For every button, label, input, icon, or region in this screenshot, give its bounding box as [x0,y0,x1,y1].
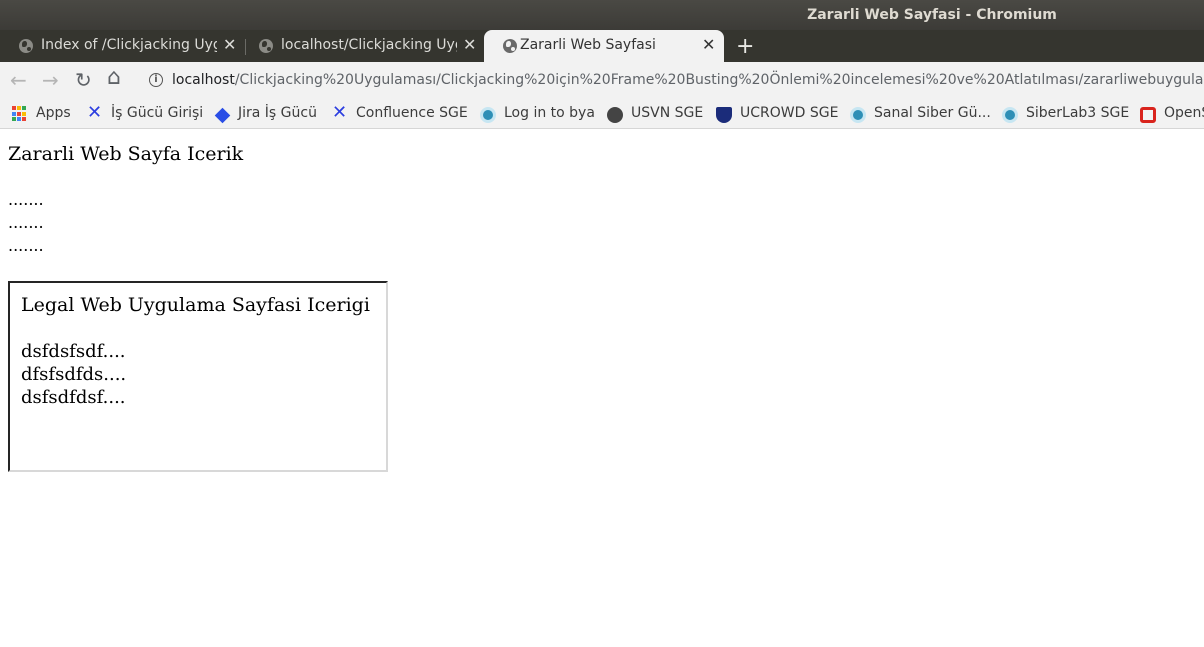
globe-icon [259,39,273,53]
bookmark-sanal-siber[interactable]: Sanal Siber Gü... [874,105,991,121]
cloud-icon [480,107,496,123]
close-icon[interactable]: ✕ [702,35,715,54]
bookmark-log-in-bya[interactable]: Log in to bya [504,105,595,121]
embedded-iframe[interactable]: Legal Web Uygulama Sayfasi Icerigi dsfds… [8,281,388,472]
new-tab-button[interactable]: + [736,34,754,59]
dots-line: ....... [8,236,44,255]
toolbar: ← → ↻ ⌂ i localhost/Clickjacking%20Uygul… [0,62,1204,99]
close-icon[interactable]: ✕ [223,35,236,54]
window-title: Zararli Web Sayfasi - Chromium [807,7,1057,23]
page-heading: Zararli Web Sayfa Icerik [8,143,244,165]
shield-icon [716,107,732,123]
iframe-text-line: dfsfsdfds.... [21,364,127,385]
back-button[interactable]: ← [10,70,27,90]
reload-button[interactable]: ↻ [75,70,92,90]
tab-localhost[interactable]: localhost/Clickjacking Uyg ✕ [240,30,484,62]
cloud-icon [1002,107,1018,123]
cloud-icon [850,107,866,123]
iframe-text-line: dsfdsfsdf.... [21,341,126,362]
tab-label: Index of /Clickjacking Uyg [41,37,217,53]
bookmark-is-gucu-girisi[interactable]: İş Gücü Girişi [111,105,203,121]
tab-index-of[interactable]: Index of /Clickjacking Uyg ✕ [0,30,244,62]
dots-line: ....... [8,190,44,209]
bookmark-apps[interactable]: Apps [36,105,71,121]
address-bar[interactable]: i localhost/Clickjacking%20Uygulaması/Cl… [140,67,1204,95]
forward-button[interactable]: → [42,70,59,90]
tab-label: Zararli Web Sayfasi [520,37,656,53]
iframe-text-line: dsfsdfdsf.... [21,387,126,408]
iframe-heading: Legal Web Uygulama Sayfasi Icerigi [21,294,370,316]
bookmark-usvn[interactable]: USVN SGE [631,105,703,121]
dots-line: ....... [8,213,44,232]
globe-icon [503,39,517,53]
home-button[interactable]: ⌂ [107,67,121,89]
bookmark-ucrowd[interactable]: UCROWD SGE [740,105,838,121]
x-logo-icon: ✕ [87,102,103,123]
title-bar: Zararli Web Sayfasi - Chromium [0,0,1204,30]
bookmarks-bar: Apps ✕ İş Gücü Girişi Jira İş Gücü ✕ Con… [0,99,1204,129]
x-logo-icon: ✕ [332,102,348,123]
globe-icon [19,39,33,53]
bookmark-jira[interactable]: Jira İş Gücü [238,105,317,121]
bookmark-siberlab3[interactable]: SiberLab3 SGE [1026,105,1129,121]
bookmark-opens[interactable]: OpenS [1164,105,1204,121]
openshift-icon [1140,107,1156,123]
tab-label: localhost/Clickjacking Uyg [281,37,457,53]
jira-diamond-icon [214,107,231,124]
tab-zararli-active[interactable]: Zararli Web Sayfasi ✕ [484,30,724,62]
bookmark-confluence[interactable]: Confluence SGE [356,105,468,121]
info-icon[interactable]: i [149,73,163,87]
apps-grid-icon [12,106,28,122]
page-content: Zararli Web Sayfa Icerik ....... .......… [0,130,1204,647]
url-path: /Clickjacking%20Uygulaması/Clickjacking%… [234,72,1204,88]
url-text[interactable]: localhost/Clickjacking%20Uygulaması/Clic… [172,72,1204,88]
url-host: localhost [172,72,235,88]
globe-icon [607,107,623,123]
close-icon[interactable]: ✕ [463,35,476,54]
